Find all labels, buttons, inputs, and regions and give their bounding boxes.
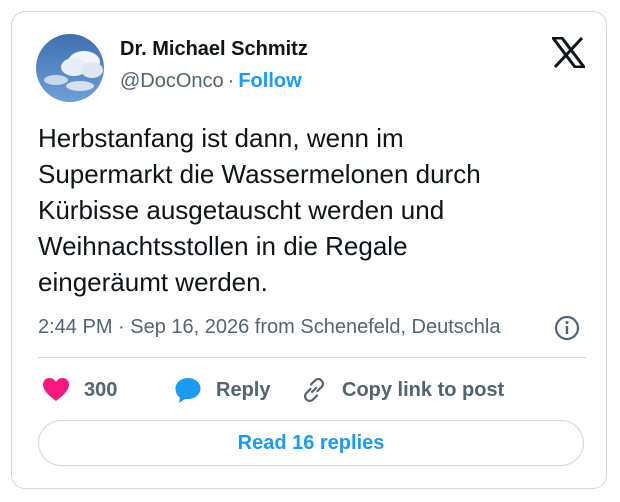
copy-link-label: Copy link to post	[342, 378, 505, 401]
divider	[38, 357, 586, 358]
action-bar: 300 Reply Copy link to post	[38, 374, 588, 406]
speech-bubble-icon	[175, 378, 201, 403]
reply-label: Reply	[216, 378, 271, 401]
heart-icon	[43, 378, 69, 401]
tweet-meta: 2:44 PM · Sep 16, 2026 from Schenefeld, …	[38, 314, 588, 344]
separator-dot: ·	[227, 70, 235, 92]
reply-button[interactable]: Reply	[174, 374, 270, 406]
link-icon	[303, 377, 325, 403]
author-handle-row: @DocOnco · Follow	[120, 70, 302, 93]
follow-button[interactable]: Follow	[238, 70, 301, 92]
timestamp-location[interactable]: 2:44 PM · Sep 16, 2026 from Schenefeld, …	[38, 316, 548, 339]
read-replies-button[interactable]: Read 16 replies	[38, 420, 584, 466]
x-logo-icon[interactable]	[549, 36, 588, 69]
info-icon[interactable]	[553, 314, 581, 342]
author-name[interactable]: Dr. Michael Schmitz	[120, 38, 308, 61]
avatar[interactable]	[36, 34, 104, 102]
tweet-text: Herbstanfang ist dann, wenn im Supermark…	[38, 123, 481, 297]
embedded-tweet-card: Dr. Michael Schmitz @DocOnco · Follow Herb…	[11, 11, 607, 489]
author-handle[interactable]: @DocOnco	[120, 70, 224, 92]
like-button[interactable]: 300	[42, 374, 117, 406]
copy-link-button[interactable]: Copy link to post	[300, 374, 504, 406]
like-count: 300	[84, 378, 118, 401]
